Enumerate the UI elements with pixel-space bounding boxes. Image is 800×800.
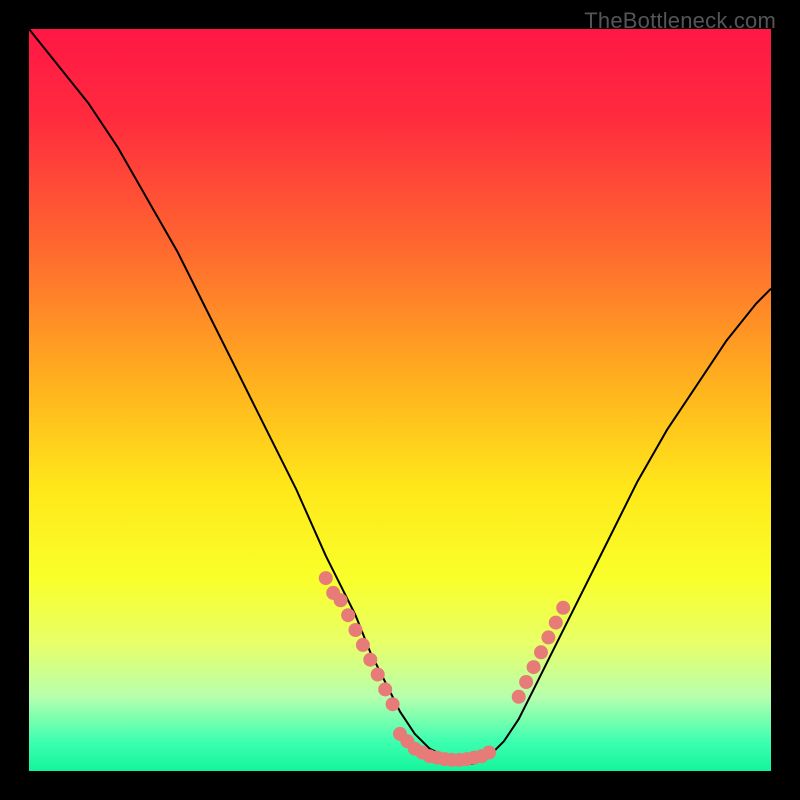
plot-area (29, 29, 771, 771)
data-point (356, 638, 370, 652)
data-point (556, 601, 570, 615)
watermark-text: TheBottleneck.com (584, 8, 776, 34)
data-point (341, 608, 355, 622)
data-point (519, 675, 533, 689)
data-point (512, 690, 526, 704)
data-point (349, 623, 363, 637)
data-point (319, 571, 333, 585)
data-point (371, 668, 385, 682)
data-point (334, 593, 348, 607)
data-point (541, 630, 555, 644)
curves-layer (29, 29, 771, 771)
data-point (378, 682, 392, 696)
data-point (482, 746, 496, 760)
curve-right-curve (459, 289, 771, 764)
curve-left-curve (29, 29, 459, 764)
data-point (386, 697, 400, 711)
chart-frame: TheBottleneck.com (0, 0, 800, 800)
data-point (549, 616, 563, 630)
data-point (534, 645, 548, 659)
data-point (527, 660, 541, 674)
data-point (363, 653, 377, 667)
